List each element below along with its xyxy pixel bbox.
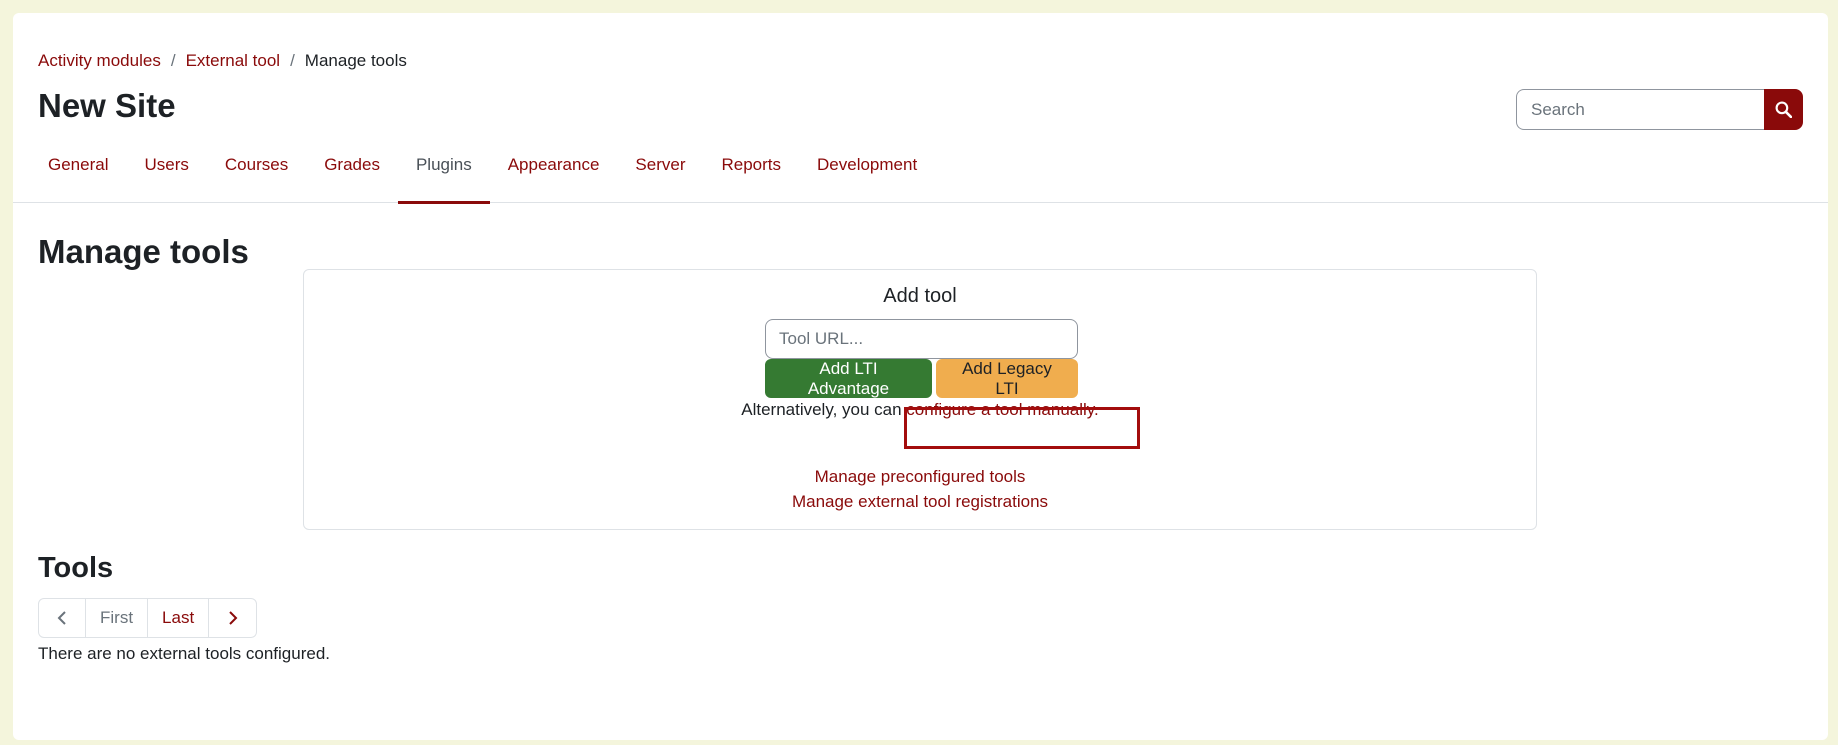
- tab-users[interactable]: Users: [126, 145, 206, 203]
- empty-tools-message: There are no external tools configured.: [38, 644, 331, 663]
- tab-courses[interactable]: Courses: [207, 145, 306, 203]
- site-title: New Site: [38, 87, 176, 124]
- breadcrumb-separator: /: [170, 51, 176, 70]
- alternative-text-prefix: Alternatively, you can: [741, 400, 907, 419]
- search-button[interactable]: [1764, 89, 1803, 130]
- tool-url-input[interactable]: [765, 319, 1078, 359]
- tab-appearance[interactable]: Appearance: [490, 145, 618, 203]
- breadcrumb-current: Manage tools: [304, 51, 407, 70]
- admin-nav-tabs: General Users Courses Grades Plugins App…: [13, 145, 1828, 204]
- manage-links: Manage preconfigured tools Manage extern…: [304, 464, 1536, 514]
- tools-heading: Tools: [38, 552, 114, 584]
- add-tool-title: Add tool: [883, 285, 957, 307]
- pager-first: First: [86, 599, 149, 637]
- search-icon: [1775, 101, 1792, 118]
- tab-grades[interactable]: Grades: [306, 145, 398, 203]
- pager-last[interactable]: Last: [148, 599, 210, 637]
- breadcrumb: Activity modules / External tool / Manag…: [38, 51, 407, 71]
- pagination: First Last: [38, 598, 258, 638]
- chevron-left-icon: [57, 611, 66, 625]
- tab-server[interactable]: Server: [617, 145, 703, 203]
- page-container: Activity modules / External tool / Manag…: [13, 13, 1828, 740]
- breadcrumb-item-activity-modules[interactable]: Activity modules: [38, 51, 161, 71]
- pager-prev: [39, 599, 86, 637]
- manage-preconfigured-tools-link[interactable]: Manage preconfigured tools: [815, 467, 1026, 486]
- add-legacy-lti-button[interactable]: Add Legacy LTI: [936, 359, 1078, 398]
- pager-next[interactable]: [209, 599, 256, 637]
- page-title: Manage tools: [38, 233, 249, 270]
- tab-plugins[interactable]: Plugins: [397, 145, 490, 204]
- tab-general[interactable]: General: [30, 145, 126, 203]
- tab-reports[interactable]: Reports: [703, 145, 799, 203]
- tab-development[interactable]: Development: [799, 145, 935, 203]
- search-input[interactable]: [1516, 89, 1764, 130]
- add-tool-card: Add tool Add LTI Advantage Add Legacy LT…: [303, 269, 1537, 530]
- search-form: [1516, 89, 1803, 130]
- add-lti-advantage-button[interactable]: Add LTI Advantage: [765, 359, 932, 398]
- breadcrumb-item-external-tool[interactable]: External tool: [186, 51, 281, 71]
- manage-tool-registrations-link[interactable]: Manage external tool registrations: [792, 492, 1048, 511]
- chevron-right-icon: [228, 611, 238, 625]
- alternative-text: Alternatively, you can configure a tool …: [304, 400, 1536, 420]
- configure-manually-link[interactable]: configure a tool manually.: [906, 400, 1098, 419]
- breadcrumb-separator: /: [290, 51, 295, 70]
